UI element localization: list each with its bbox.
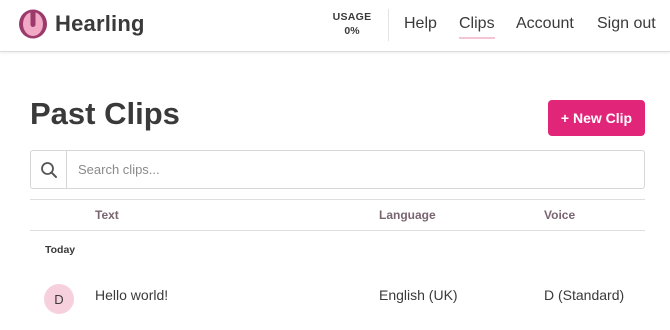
active-tab-indicator (459, 37, 495, 39)
usage-value: 0% (344, 25, 360, 37)
table-divider-top (30, 199, 645, 200)
group-label-today: Today (45, 244, 76, 256)
logo[interactable]: Hearling (18, 9, 145, 39)
clip-voice: D (Standard) (544, 287, 625, 303)
top-bar: Hearling USAGE 0% Help Clips Account Sig… (0, 0, 670, 52)
nav-clips-label: Clips (459, 15, 495, 32)
search-bar (30, 150, 645, 189)
usage-label: USAGE (332, 11, 372, 23)
column-header-text: Text (95, 208, 119, 222)
usage-meter: USAGE 0% (330, 11, 374, 37)
clip-text: Hello world! (95, 287, 169, 303)
voice-avatar: D (44, 284, 74, 314)
nav-help-link[interactable]: Help (404, 15, 437, 33)
nav-clips-link[interactable]: Clips (459, 15, 495, 39)
table-header-divider (30, 230, 645, 231)
column-header-language: Language (379, 208, 436, 222)
nav-signout-link[interactable]: Sign out (597, 15, 656, 33)
column-header-voice: Voice (544, 208, 576, 222)
search-input[interactable] (67, 151, 644, 188)
table-row[interactable]: D Hello world! English (UK) D (Standard) (30, 272, 645, 320)
new-clip-button[interactable]: + New Clip (548, 100, 645, 136)
ear-logo-icon (19, 9, 47, 39)
nav-divider (388, 9, 389, 41)
search-icon (31, 151, 67, 188)
app-name: Hearling (55, 11, 145, 36)
clip-language: English (UK) (379, 287, 458, 303)
page-title: Past Clips (30, 96, 180, 131)
nav-account-link[interactable]: Account (516, 15, 574, 33)
